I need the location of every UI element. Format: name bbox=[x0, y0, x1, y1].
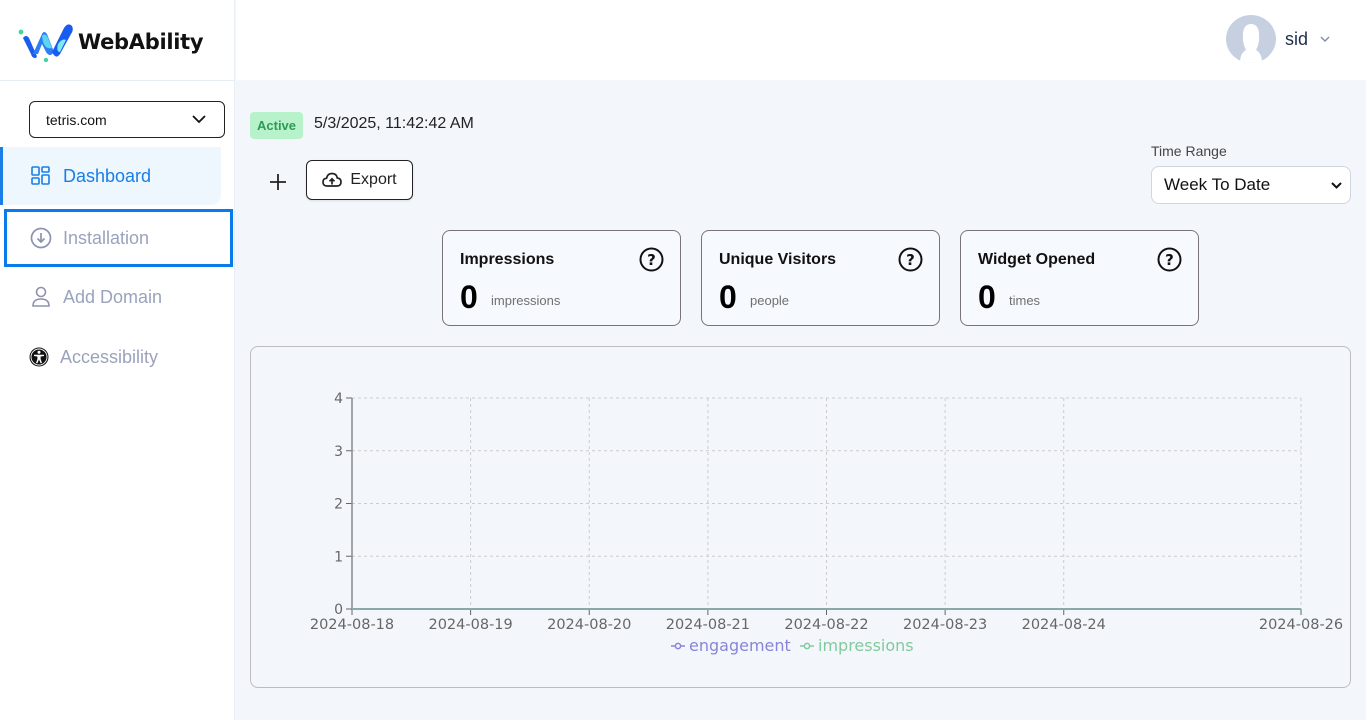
time-range-select[interactable]: Week To Date bbox=[1151, 166, 1351, 204]
avatar bbox=[1225, 15, 1276, 63]
export-button[interactable]: Export bbox=[306, 160, 413, 200]
legend-swatch-dot bbox=[803, 642, 811, 650]
plus-icon bbox=[270, 174, 286, 190]
user-icon bbox=[30, 286, 52, 308]
x-tick-label: 2024-08-26 bbox=[1259, 617, 1343, 633]
webability-logo-icon bbox=[18, 24, 73, 62]
help-icon[interactable]: ? bbox=[1157, 247, 1182, 272]
accessibility-icon bbox=[28, 346, 50, 368]
stat-unit: impressions bbox=[491, 293, 561, 308]
stat-value: 0 bbox=[719, 279, 737, 315]
time-range-label: Time Range bbox=[1151, 143, 1227, 159]
stat-card-impressions: Impressions ? 0 impressions bbox=[442, 230, 681, 326]
topbar: sid bbox=[236, 0, 1366, 80]
chevron-down-icon bbox=[1331, 181, 1342, 189]
export-label: Export bbox=[350, 171, 397, 188]
svg-text:?: ? bbox=[1165, 251, 1174, 269]
sidebar-item-label: Installation bbox=[63, 227, 150, 248]
sidebar-item-label: Accessibility bbox=[60, 346, 159, 367]
stat-value: 0 bbox=[978, 279, 996, 315]
add-button[interactable] bbox=[264, 168, 292, 196]
stat-unit: people bbox=[750, 293, 790, 308]
user-menu[interactable]: sid bbox=[1225, 15, 1330, 63]
x-tick-label: 2024-08-18 bbox=[310, 617, 394, 633]
stat-title: Widget Opened bbox=[978, 251, 1096, 268]
y-tick-label: 2 bbox=[334, 497, 343, 513]
user-name: sid bbox=[1284, 28, 1308, 49]
sidebar-item-label: Dashboard bbox=[63, 165, 152, 186]
y-tick-label: 3 bbox=[334, 444, 343, 460]
x-tick-label: 2024-08-23 bbox=[903, 617, 987, 633]
legend-label: engagement bbox=[689, 636, 791, 655]
domain-select-value: tetris.com bbox=[46, 111, 107, 128]
line-chart: 0 1 2 3 4 2024-08-18 2024-08-19 2024-08-20 2024-… bbox=[310, 391, 1343, 655]
sidebar-item-add-domain[interactable]: Add Domain bbox=[0, 268, 221, 326]
divider bbox=[0, 80, 235, 81]
x-tick-label: 2024-08-19 bbox=[428, 617, 512, 633]
x-tick-label: 2024-08-20 bbox=[547, 617, 631, 633]
x-tick-label: 2024-08-21 bbox=[666, 617, 750, 633]
cloud-upload-icon bbox=[322, 172, 343, 187]
stat-card-widget-opened: Widget Opened ? 0 times bbox=[960, 230, 1199, 326]
sidebar-item-dashboard[interactable]: Dashboard bbox=[0, 147, 221, 205]
x-tick-label: 2024-08-22 bbox=[784, 617, 868, 633]
stat-title: Impressions bbox=[460, 251, 555, 268]
stat-unit: times bbox=[1009, 293, 1041, 308]
logo-text: WebAbility bbox=[78, 30, 204, 54]
x-tick-label: 2024-08-24 bbox=[1022, 617, 1106, 633]
svg-text:?: ? bbox=[647, 251, 656, 269]
logo[interactable]: WebAbility bbox=[16, 20, 204, 64]
sidebar-item-installation[interactable]: Installation bbox=[4, 209, 233, 267]
stat-title: Unique Visitors bbox=[719, 251, 837, 268]
download-circle-icon bbox=[30, 227, 52, 249]
legend-swatch-dot bbox=[674, 642, 682, 650]
timestamp: 5/3/2025, 11:42:42 AM bbox=[314, 115, 474, 132]
chevron-down-icon bbox=[192, 115, 206, 124]
y-tick-label: 1 bbox=[334, 549, 343, 565]
sidebar: WebAbility tetris.com Dashboard Installa… bbox=[0, 0, 235, 720]
domain-select[interactable]: tetris.com bbox=[29, 101, 225, 138]
help-icon[interactable]: ? bbox=[639, 247, 664, 272]
svg-text:?: ? bbox=[906, 251, 915, 269]
legend-label: impressions bbox=[818, 636, 914, 655]
stat-value: 0 bbox=[460, 279, 478, 315]
dashboard-grid-icon bbox=[30, 165, 52, 187]
stat-card-unique-visitors: Unique Visitors ? 0 people bbox=[701, 230, 940, 326]
help-icon[interactable]: ? bbox=[898, 247, 923, 272]
y-tick-label: 0 bbox=[334, 602, 343, 618]
sidebar-item-accessibility[interactable]: Accessibility bbox=[0, 328, 221, 386]
chart-card: 0 1 2 3 4 2024-08-18 2024-08-19 2024-08-20 2024-… bbox=[250, 346, 1351, 688]
sidebar-item-label: Add Domain bbox=[63, 286, 163, 307]
status-badge: Active bbox=[250, 112, 304, 139]
chevron-down-icon bbox=[1320, 36, 1330, 42]
y-tick-label: 4 bbox=[334, 391, 343, 407]
time-range-value: Week To Date bbox=[1164, 175, 1271, 194]
